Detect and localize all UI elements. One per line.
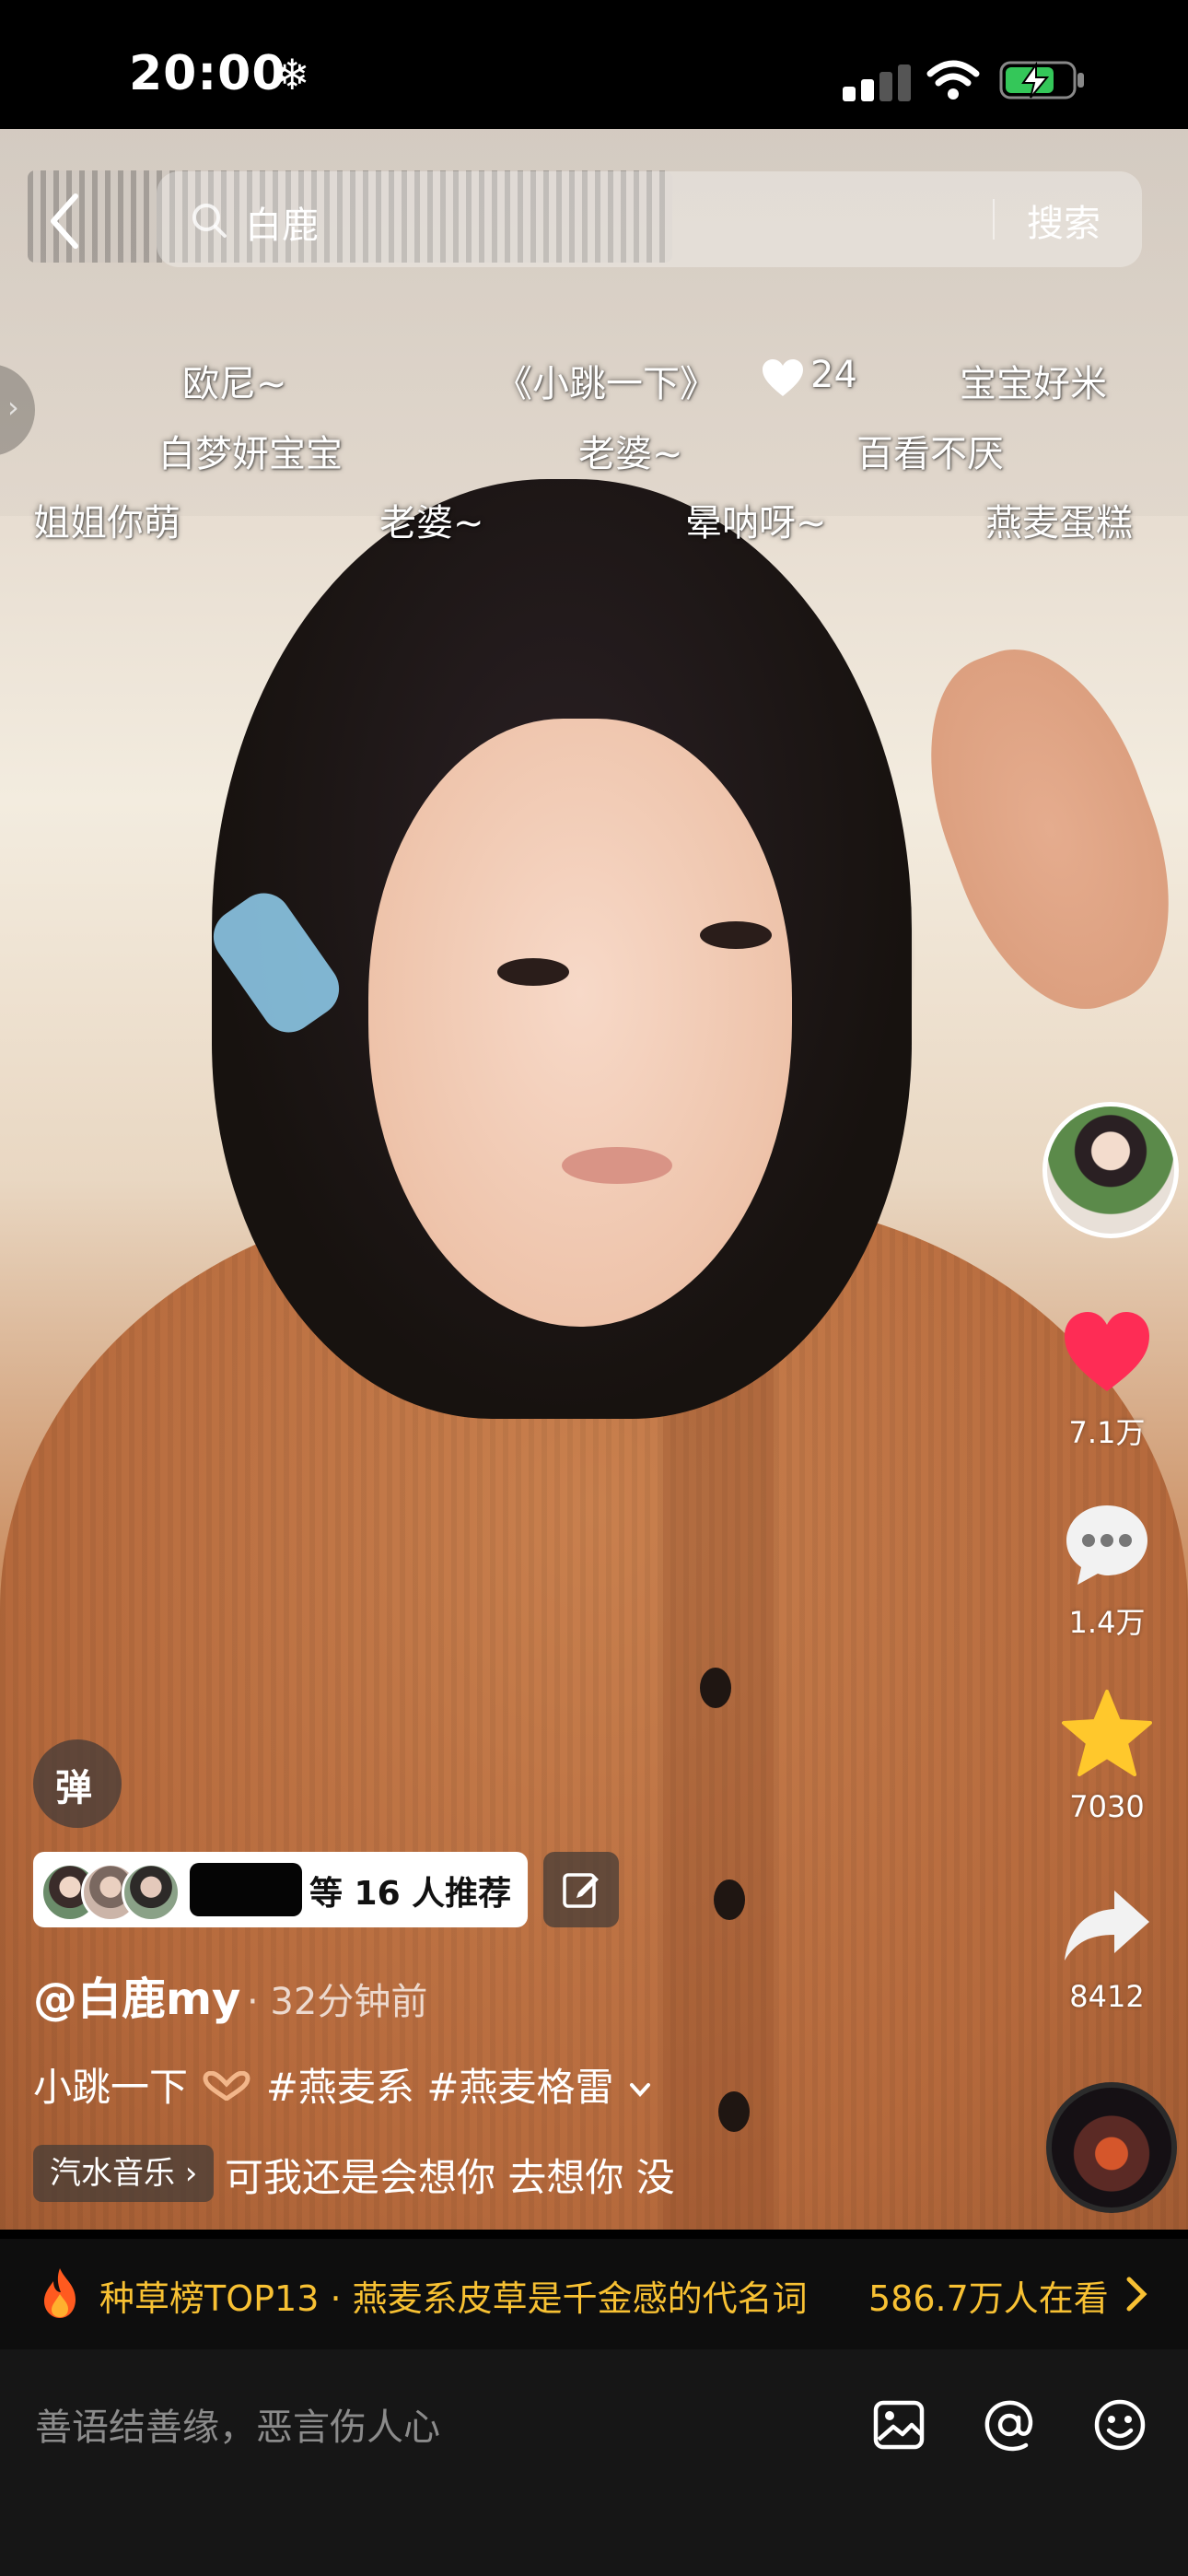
edit-icon <box>563 1873 599 1908</box>
signal-icon <box>843 64 911 101</box>
recommender-avatar <box>122 1863 181 1922</box>
danmaku-item: 老婆~ <box>379 502 484 544</box>
video-scene-eye <box>700 921 772 949</box>
battery-charging-icon <box>999 61 1084 100</box>
post-time: · 32分钟前 <box>247 1981 428 2023</box>
search-icon <box>192 204 227 238</box>
chevron-right-icon: › <box>7 390 19 425</box>
danmaku-item: 姐姐你萌 <box>33 502 181 544</box>
heart-hands-icon <box>203 2071 250 2101</box>
comment-input-bar[interactable]: 善语结善缘，恶言伤人心 <box>0 2349 1188 2576</box>
danmaku-item: 欧尼~ <box>182 363 287 405</box>
danmaku-item: 燕麦蛋糕 <box>985 502 1133 544</box>
back-icon[interactable] <box>46 189 83 253</box>
like-count: 7.1万 <box>1068 1415 1146 1450</box>
search-bar[interactable]: 白鹿 搜索 <box>157 171 1142 267</box>
danmaku-toggle-button[interactable]: 弹 <box>33 1739 122 1828</box>
video-scene-button <box>718 2091 750 2132</box>
post-caption[interactable]: 小跳一下 #燕麦系 #燕麦格雷 <box>33 2056 654 2113</box>
danmaku-item: 晕呐呀~ <box>685 502 827 544</box>
comment-count: 1.4万 <box>1068 1605 1146 1640</box>
at-mention-icon[interactable] <box>982 2397 1037 2453</box>
creator-avatar[interactable] <box>1042 1102 1179 1238</box>
danmaku-item: 《小跳一下》 <box>495 363 716 405</box>
share-count: 8412 <box>1069 1979 1145 2014</box>
video-scene-lips <box>562 1147 672 1184</box>
danmaku-item: 百看不厌 <box>856 433 1004 475</box>
author-username[interactable]: @白鹿my <box>33 1962 240 2027</box>
music-source-tag[interactable]: 汽水音乐 › <box>33 2145 215 2202</box>
share-arrow-icon[interactable] <box>1061 1879 1153 1972</box>
emoji-icon[interactable] <box>1092 2397 1147 2453</box>
edit-button[interactable] <box>543 1852 619 1927</box>
video-scene-eye <box>497 958 569 986</box>
danmaku-toggle-label: 弹 <box>55 1767 92 1809</box>
video-scene-button <box>700 1668 731 1708</box>
image-icon[interactable] <box>871 2397 926 2453</box>
favorite-count: 7030 <box>1069 1789 1145 1824</box>
search-input[interactable]: 白鹿 <box>245 195 319 249</box>
redacted-name <box>190 1863 302 1916</box>
status-time: 20:00 <box>129 46 286 101</box>
comment-icon[interactable] <box>1061 1498 1153 1590</box>
search-button[interactable]: 搜索 <box>1027 193 1101 247</box>
hot-list-title: 种草榜TOP13 · 燕麦系皮草是千金感的代名词 <box>99 2278 808 2319</box>
recommend-chip[interactable]: 等 16 人推荐 <box>33 1852 528 1927</box>
video-scene-face <box>368 719 792 1327</box>
status-bar: 20:00 ❄ <box>0 0 1188 129</box>
chevron-down-icon[interactable] <box>626 2079 654 2102</box>
search-divider <box>993 199 995 240</box>
recommend-text: 等 16 人推荐 <box>309 1875 512 1913</box>
comment-input[interactable]: 善语结善缘，恶言伤人心 <box>35 2397 440 2451</box>
fire-icon <box>44 2268 76 2318</box>
caption-text: 小跳一下 <box>33 2065 189 2110</box>
danmaku-like-count: 24 <box>810 354 857 396</box>
wifi-icon <box>926 60 980 100</box>
heart-icon <box>763 359 803 396</box>
video-scene-hand <box>891 621 1188 1037</box>
video-scene-placket <box>663 1327 774 2230</box>
music-disc-avatar[interactable] <box>1046 2082 1177 2213</box>
danmaku-item: 老婆~ <box>578 433 683 475</box>
favorite-star-icon[interactable] <box>1061 1688 1153 1780</box>
like-heart-icon[interactable] <box>1061 1306 1153 1399</box>
hot-list-banner[interactable]: 种草榜TOP13 · 燕麦系皮草是千金感的代名词 586.7万人在看 <box>0 2239 1188 2349</box>
snowflake-icon: ❄ <box>274 50 310 100</box>
video-scene-button <box>714 1879 745 1920</box>
chevron-right-icon <box>1126 2277 1147 2312</box>
danmaku-item: 白梦妍宝宝 <box>158 433 343 475</box>
hot-list-viewers: 586.7万人在看 <box>868 2278 1109 2319</box>
caption-hashtags[interactable]: #燕麦系 #燕麦格雷 <box>266 2065 614 2110</box>
music-title-marquee[interactable]: 可我还是会想你 去想你 没 <box>225 2147 704 2203</box>
danmaku-item: 宝宝好米 <box>960 363 1107 405</box>
